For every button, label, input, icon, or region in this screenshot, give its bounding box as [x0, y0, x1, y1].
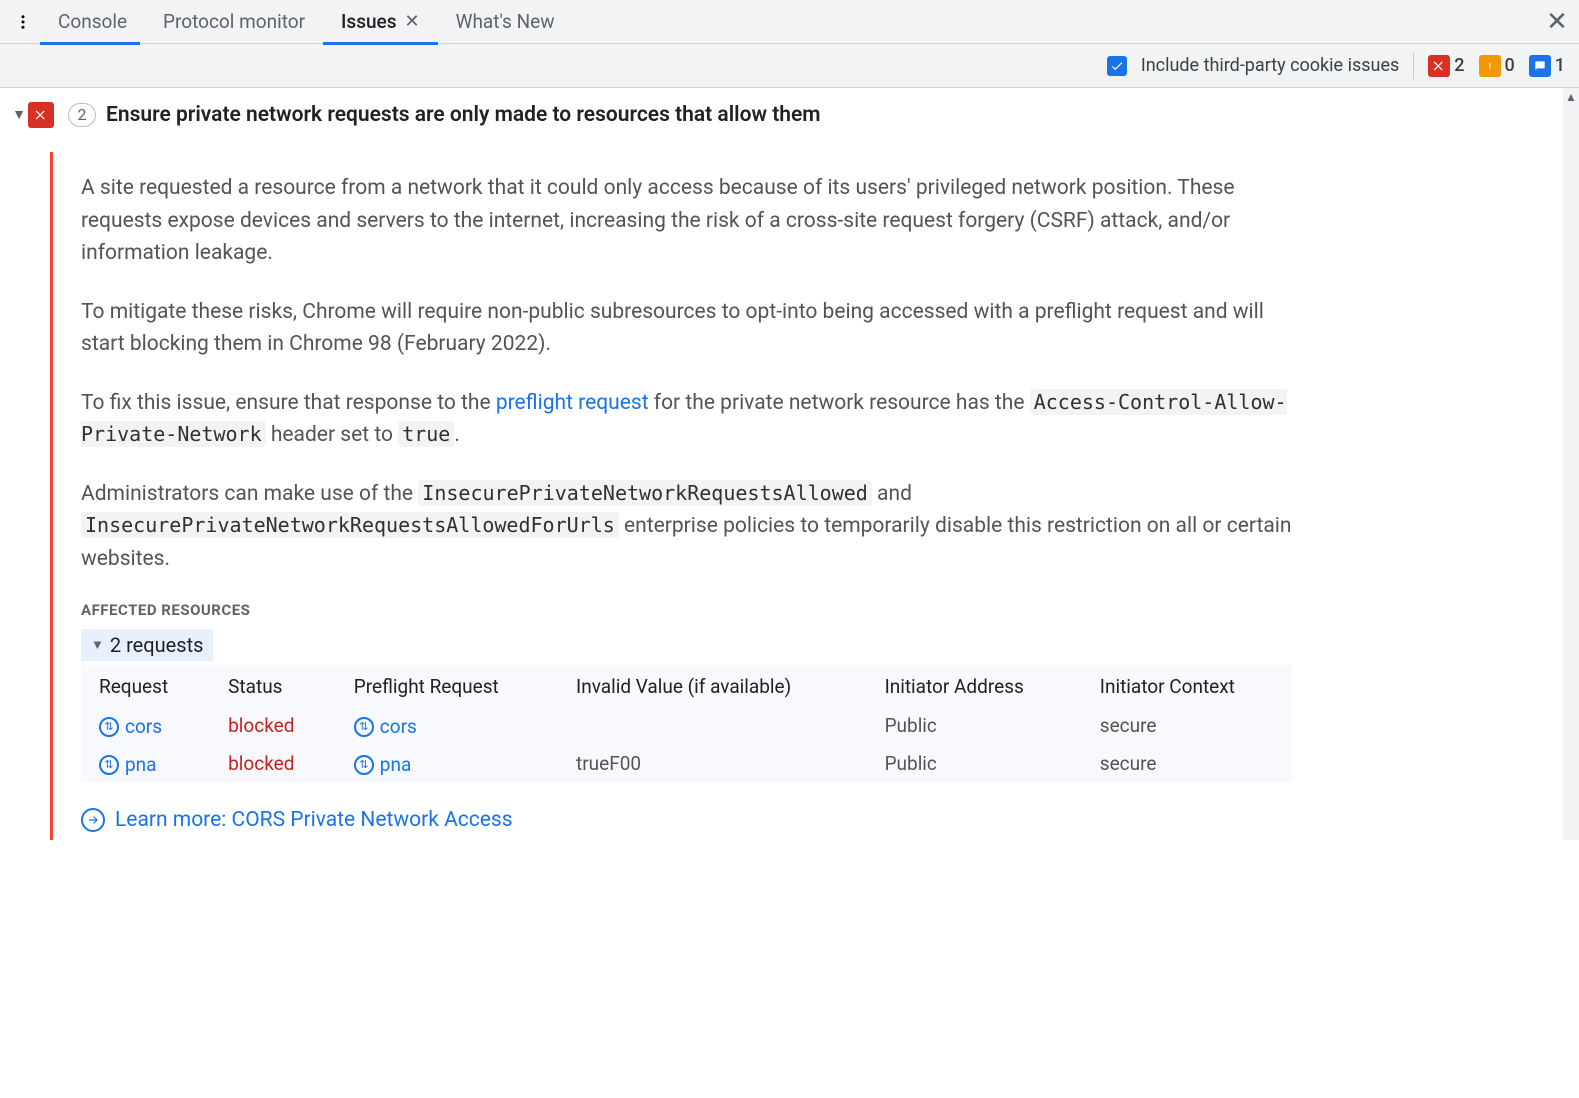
- external-link-icon: [81, 808, 105, 832]
- issue-paragraph: A site requested a resource from a netwo…: [81, 172, 1292, 270]
- tab-protocol-monitor[interactable]: Protocol monitor: [145, 0, 323, 44]
- warning-icon: [1479, 55, 1501, 77]
- tabs: Console Protocol monitor Issues ✕ What's…: [40, 0, 572, 44]
- info-icon: [1529, 55, 1551, 77]
- preflight-link[interactable]: ⇅ pna: [354, 753, 412, 776]
- error-count[interactable]: 2: [1428, 55, 1464, 77]
- issues-toolbar: Include third-party cookie issues 2 0 1: [0, 44, 1579, 88]
- col-request: Request: [81, 665, 210, 706]
- error-icon: [1428, 55, 1450, 77]
- requests-toggle-label: 2 requests: [110, 633, 204, 657]
- initiator-address: Public: [867, 706, 1082, 744]
- col-preflight: Preflight Request: [336, 665, 558, 706]
- initiator-context: secure: [1082, 706, 1292, 744]
- text: for the private network resource has the: [654, 391, 1030, 415]
- code-policy: InsecurePrivateNetworkRequestsAllowedFor…: [81, 512, 619, 538]
- preflight-name: pna: [380, 753, 412, 776]
- request-link[interactable]: ⇅ cors: [99, 715, 162, 738]
- warning-count[interactable]: 0: [1479, 55, 1515, 77]
- table-row: ⇅ cors blocked ⇅ cors Public secure: [81, 706, 1292, 744]
- request-icon: ⇅: [99, 717, 119, 737]
- tab-console[interactable]: Console: [40, 0, 145, 44]
- close-drawer-button[interactable]: ✕: [1535, 0, 1579, 44]
- third-party-cookie-checkbox[interactable]: [1107, 56, 1127, 76]
- initiator-context: secure: [1082, 744, 1292, 782]
- info-count-value: 1: [1555, 55, 1565, 76]
- issue-count-value: 2: [68, 103, 96, 127]
- issue-paragraph: Administrators can make use of the Insec…: [81, 478, 1292, 576]
- scrollbar[interactable]: ▲: [1563, 88, 1579, 840]
- error-icon: [28, 102, 54, 128]
- preflight-request-link[interactable]: preflight request: [496, 391, 649, 415]
- request-name: cors: [125, 715, 162, 738]
- learn-more-row: Learn more: CORS Private Network Access: [81, 808, 513, 832]
- tab-label: Issues: [341, 10, 396, 33]
- issue-paragraph: To fix this issue, ensure that response …: [81, 387, 1292, 452]
- learn-more-link[interactable]: Learn more: CORS Private Network Access: [115, 808, 513, 832]
- tab-label: What's New: [456, 10, 555, 33]
- request-icon: ⇅: [354, 755, 374, 775]
- col-invalid-value: Invalid Value (if available): [558, 665, 867, 706]
- text: To fix this issue, ensure that response …: [81, 391, 496, 415]
- issue-body: A site requested a resource from a netwo…: [50, 152, 1310, 840]
- preflight-name: cors: [380, 715, 417, 738]
- request-icon: ⇅: [354, 717, 374, 737]
- issue-title[interactable]: Ensure private network requests are only…: [106, 102, 821, 128]
- check-icon: [1110, 59, 1124, 73]
- severity-icon: [28, 102, 54, 128]
- scroll-up-icon[interactable]: ▲: [1563, 88, 1579, 106]
- invalid-value: trueF00: [558, 744, 867, 782]
- text: .: [454, 423, 460, 447]
- table-header-row: Request Status Preflight Request Invalid…: [81, 665, 1292, 706]
- request-link[interactable]: ⇅ pna: [99, 753, 157, 776]
- tab-issues[interactable]: Issues ✕: [323, 0, 438, 44]
- preflight-link[interactable]: ⇅ cors: [354, 715, 417, 738]
- warning-count-value: 0: [1505, 55, 1515, 76]
- request-icon: ⇅: [99, 755, 119, 775]
- issues-pane: ▲ ▼ 2 Ensure private network requests ar…: [0, 88, 1579, 840]
- invalid-value: [558, 706, 867, 744]
- kebab-icon: [14, 13, 32, 31]
- code-policy: InsecurePrivateNetworkRequestsAllowed: [418, 480, 872, 506]
- issue-paragraph: To mitigate these risks, Chrome will req…: [81, 296, 1292, 361]
- code-header-value: true: [398, 421, 454, 447]
- issue-count-pill: 2: [68, 102, 96, 128]
- col-initiator-ctx: Initiator Context: [1082, 665, 1292, 706]
- col-initiator-addr: Initiator Address: [867, 665, 1082, 706]
- error-count-value: 2: [1454, 55, 1464, 76]
- text: and: [877, 482, 912, 506]
- text: Administrators can make use of the: [81, 482, 418, 506]
- third-party-cookie-label: Include third-party cookie issues: [1141, 55, 1399, 76]
- text: header set to: [271, 423, 398, 447]
- more-tabs-button[interactable]: [6, 0, 40, 44]
- close-icon: ✕: [1546, 7, 1568, 37]
- collapse-toggle[interactable]: ▼: [10, 102, 28, 128]
- issue-row: ▼ 2 Ensure private network requests are …: [0, 88, 1579, 152]
- info-count[interactable]: 1: [1529, 55, 1565, 77]
- request-name: pna: [125, 753, 157, 776]
- requests-toggle[interactable]: ▼ 2 requests: [81, 629, 213, 661]
- chevron-down-icon: ▼: [91, 637, 104, 653]
- initiator-address: Public: [867, 744, 1082, 782]
- status-value: blocked: [228, 752, 294, 775]
- close-icon[interactable]: ✕: [405, 13, 420, 31]
- status-value: blocked: [228, 714, 294, 737]
- affected-resources-label: AFFECTED RESOURCES: [81, 601, 1292, 619]
- toolbar-divider: [1413, 53, 1414, 79]
- devtools-tabbar: Console Protocol monitor Issues ✕ What's…: [0, 0, 1579, 44]
- col-status: Status: [210, 665, 336, 706]
- affected-requests-table: Request Status Preflight Request Invalid…: [81, 665, 1292, 782]
- tab-label: Console: [58, 10, 127, 33]
- table-row: ⇅ pna blocked ⇅ pna trueF00 Public secure: [81, 744, 1292, 782]
- active-tab-underline: [323, 42, 438, 45]
- tab-whats-new[interactable]: What's New: [438, 0, 573, 44]
- tab-label: Protocol monitor: [163, 10, 305, 33]
